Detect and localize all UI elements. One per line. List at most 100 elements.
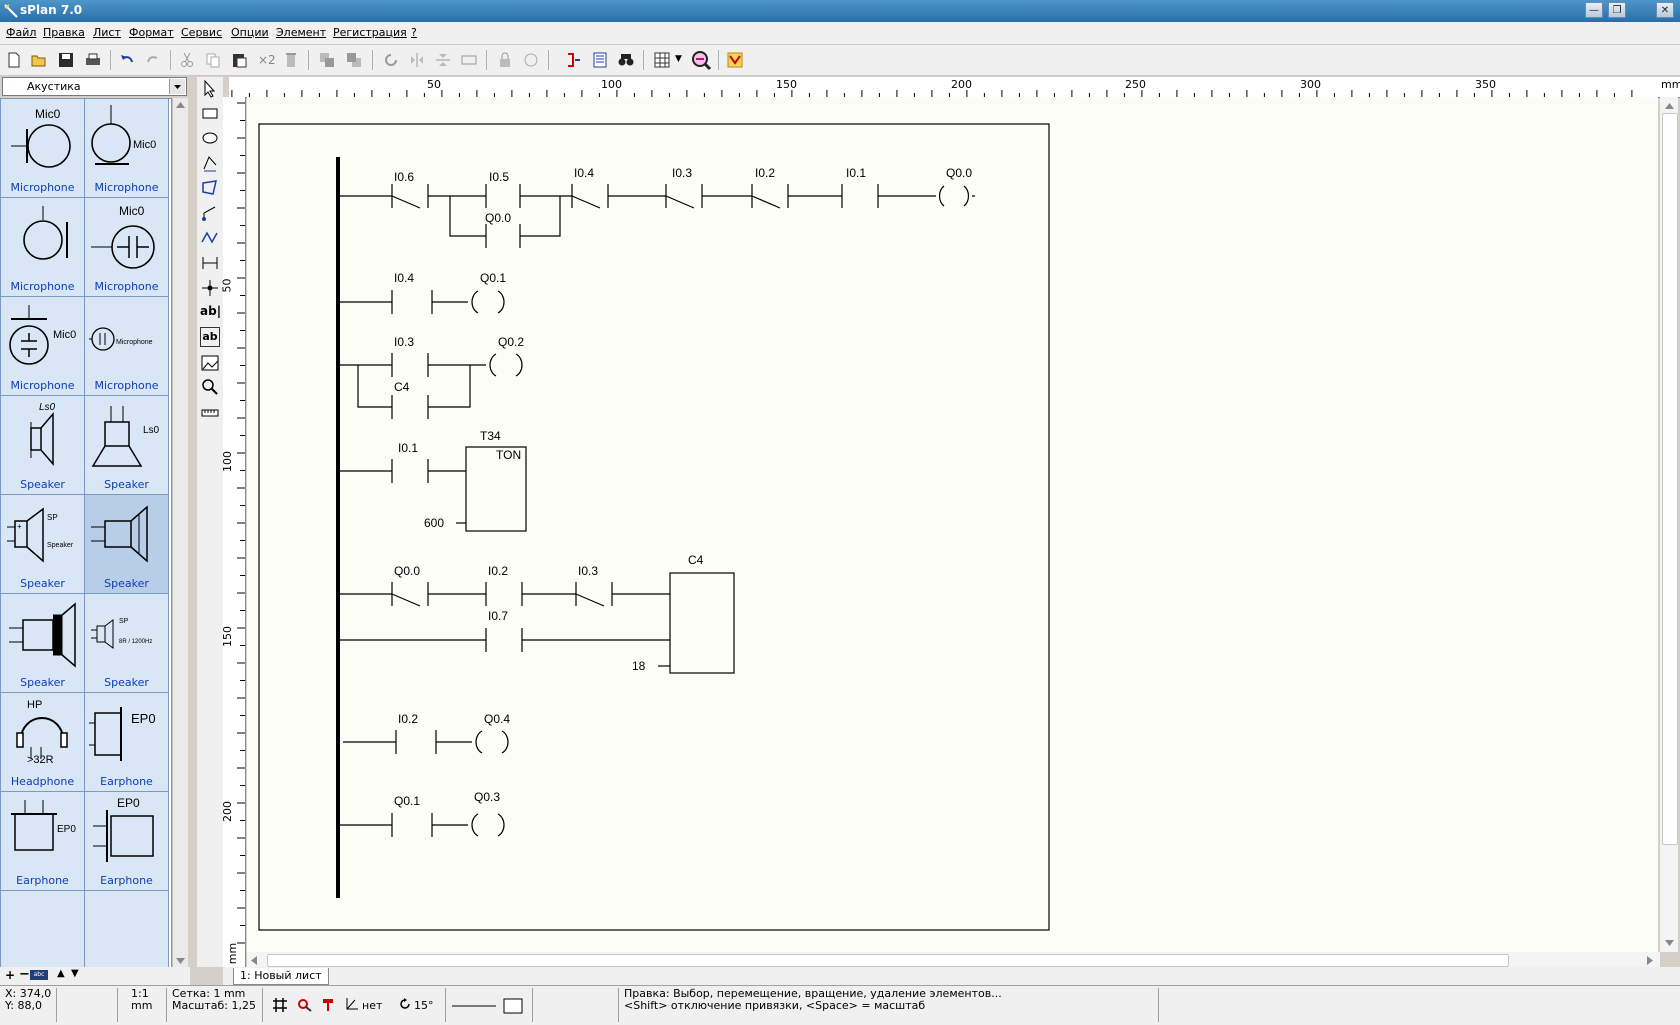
palette-item-microphone[interactable]: Mic0 Microphone [85, 198, 169, 297]
move-down-icon[interactable]: ▼ [71, 968, 79, 979]
palette-item-speaker[interactable]: Ls0 Speaker [1, 396, 85, 495]
add-icon[interactable]: + [5, 968, 15, 982]
menu-service[interactable]: Сервис [181, 26, 222, 39]
scroll-left-icon[interactable] [251, 956, 257, 965]
redo-icon[interactable] [144, 51, 162, 69]
library-select[interactable]: Акустика [2, 77, 187, 96]
bring-front-icon[interactable] [318, 51, 336, 69]
palette-item-speaker[interactable]: Speaker [1, 594, 85, 693]
rung1-coil[interactable]: Q0.0 [946, 166, 972, 180]
line-style-preview[interactable] [452, 998, 524, 1014]
image-icon[interactable] [200, 353, 220, 373]
menu-sheet[interactable]: Лист [93, 26, 121, 39]
magnifier-icon[interactable] [200, 377, 220, 397]
chevron-down-icon[interactable] [169, 79, 185, 94]
rename-icon[interactable]: abc [30, 970, 48, 980]
magnet-icon[interactable] [320, 997, 336, 1013]
zoom-icon[interactable] [690, 49, 712, 71]
rung1-contact-2[interactable]: I0.5 [489, 170, 509, 184]
rung1-contact-3[interactable]: I0.4 [574, 166, 594, 180]
palette-item-microphone[interactable]: Microphone Microphone [85, 297, 169, 396]
menu-registration[interactable]: Регистрация [333, 26, 407, 39]
netlist-icon[interactable] [565, 51, 583, 69]
rung1-contact-6[interactable]: I0.1 [846, 166, 866, 180]
angle-icon[interactable] [345, 997, 359, 1011]
rung1-parallel-contact[interactable]: Q0.0 [485, 211, 511, 225]
rotate-step-icon[interactable] [398, 997, 412, 1011]
scroll-down-icon[interactable] [176, 958, 185, 964]
menu-file[interactable]: Файл [6, 26, 36, 39]
rung3-contact[interactable]: I0.3 [394, 335, 414, 349]
rung3-parallel-contact[interactable]: C4 [394, 380, 410, 394]
horizontal-scrollbar[interactable] [247, 952, 1660, 967]
vertical-scrollbar[interactable] [1660, 97, 1678, 952]
rung5-contact-1[interactable]: Q0.0 [394, 564, 420, 578]
horizontal-scroll-thumb[interactable] [267, 954, 1509, 967]
palette-item-microphone[interactable]: Microphone [1, 198, 85, 297]
close-button[interactable]: ✕ [1656, 2, 1674, 18]
send-back-icon[interactable] [345, 51, 363, 69]
align-icon[interactable] [460, 51, 478, 69]
rung4-timer-name[interactable]: T34 [480, 429, 501, 443]
rotate-icon[interactable] [382, 51, 400, 69]
bom-list-icon[interactable] [591, 51, 609, 69]
rectangle-icon[interactable] [200, 103, 220, 123]
rung5-contact-2[interactable]: I0.2 [488, 564, 508, 578]
tab-sheet-1[interactable]: 1: Новый лист [233, 968, 329, 985]
grid-icon[interactable] [653, 51, 671, 69]
rung7-coil[interactable]: Q0.3 [474, 790, 500, 804]
lock-icon[interactable] [496, 51, 514, 69]
palette-item-speaker[interactable]: Ls0 Speaker [85, 396, 169, 495]
drawing-canvas[interactable]: I0.6 I0.5 I0.4 I0.3 I0.2 I0.1 Q0.0 Q0.0 … [247, 97, 1658, 952]
rotate-step-value[interactable]: 15° [414, 999, 434, 1012]
minimize-button[interactable]: — [1585, 2, 1603, 18]
palette-item-microphone[interactable]: Mic0 Microphone [85, 99, 169, 198]
pointer-icon[interactable] [200, 79, 220, 99]
paste-icon[interactable] [230, 51, 248, 69]
rung2-coil[interactable]: Q0.1 [480, 271, 506, 285]
rung6-contact[interactable]: I0.2 [398, 712, 418, 726]
delete-icon[interactable] [282, 51, 300, 69]
palette-item-headphone[interactable]: HP >32R Headphone [1, 693, 85, 792]
save-icon[interactable] [57, 51, 75, 69]
copy-icon[interactable] [204, 51, 222, 69]
rung2-contact[interactable]: I0.4 [394, 271, 414, 285]
palette-item-speaker[interactable]: SP 8R / 1200Hz Speaker [85, 594, 169, 693]
chevron-down-icon[interactable]: ▼ [675, 54, 682, 64]
scroll-right-icon[interactable] [1647, 956, 1653, 965]
ruler-icon[interactable] [200, 402, 220, 422]
rung4-preset[interactable]: 600 [424, 516, 444, 530]
open-folder-icon[interactable] [30, 51, 48, 69]
group-icon[interactable] [522, 51, 540, 69]
grid-toggle-icon[interactable] [272, 997, 288, 1013]
menu-element[interactable]: Элемент [276, 26, 326, 39]
palette-scrollbar[interactable] [172, 98, 188, 970]
rung5-counter[interactable]: C4 [688, 553, 704, 567]
palette-item-earphone[interactable]: EP0 Earphone [85, 792, 169, 891]
maximize-button[interactable]: ❐ [1608, 2, 1626, 18]
palette-item-speaker[interactable]: Speaker [85, 495, 169, 594]
move-up-icon[interactable]: ▲ [57, 968, 65, 979]
ellipse-icon[interactable] [200, 128, 220, 148]
find-icon[interactable] [617, 51, 635, 69]
rung5-preset[interactable]: 18 [632, 659, 646, 673]
duplicate-button[interactable]: ×2 [258, 53, 276, 67]
snap-icon[interactable] [297, 997, 313, 1013]
mirror-v-icon[interactable] [434, 51, 452, 69]
textbox-tool[interactable]: ab [200, 327, 220, 347]
palette-item-earphone[interactable]: EP0 Earphone [1, 792, 85, 891]
palette-item-microphone[interactable]: Mic0 Microphone [1, 297, 85, 396]
rung3-coil[interactable]: Q0.2 [498, 335, 524, 349]
rung1-contact-1[interactable]: I0.6 [394, 170, 414, 184]
dimension-icon[interactable] [200, 253, 220, 273]
angle-snap-value[interactable]: нет [362, 999, 382, 1012]
mirror-h-icon[interactable] [408, 51, 426, 69]
rung1-contact-4[interactable]: I0.3 [672, 166, 692, 180]
component-lib-icon[interactable] [726, 51, 744, 69]
print-icon[interactable] [84, 51, 102, 69]
text-tool[interactable]: ab| [200, 304, 221, 324]
bezier-icon[interactable] [200, 178, 220, 198]
line-icon[interactable] [200, 203, 220, 223]
vertical-scroll-thumb[interactable] [1662, 113, 1678, 845]
scroll-up-icon[interactable] [1665, 103, 1674, 109]
